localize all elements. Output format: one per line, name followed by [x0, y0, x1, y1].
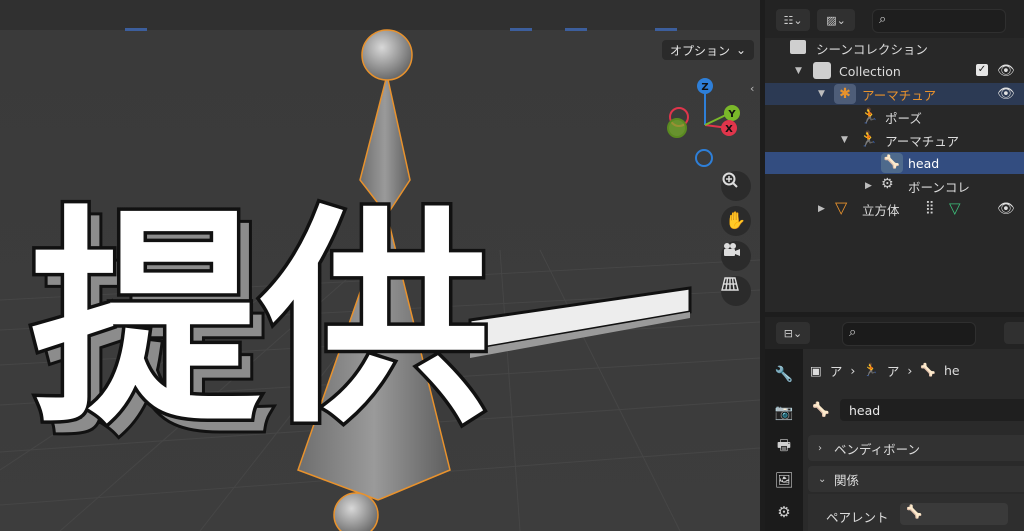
bone-icon: 🦴 [920, 362, 936, 377]
chevron-right-icon: › [818, 442, 822, 454]
object-icon: ▣ [810, 362, 822, 378]
properties-editor-icon: ⊟⌄ [783, 326, 803, 340]
view-layer-tab-icon[interactable]: 🖼 [770, 466, 798, 494]
svg-text:提供: 提供 [30, 188, 490, 455]
armature-data-icon: 🏃 [859, 130, 878, 148]
parent-field[interactable]: 🦴 [900, 503, 1008, 525]
image-icon: ▨⌄ [826, 13, 846, 27]
chevron-down-icon: ⌄ [818, 473, 827, 485]
outliner-row-cube[interactable]: ▶ ▽ 立方体 ⣿ ▽ 👁 [765, 198, 1024, 220]
chevron-right-icon: › [850, 362, 856, 378]
panel-bendy-bones[interactable]: › ベンディボーン [808, 435, 1024, 461]
bone-name-field[interactable]: head [840, 399, 1024, 421]
mesh-data-icon: ▽ [949, 199, 961, 217]
armature-icon: ✱ [834, 84, 856, 104]
search-icon: ⌕ [879, 12, 887, 27]
pose-icon: 🏃 [860, 107, 879, 125]
output-tab-icon[interactable]: 🖶 [770, 433, 798, 461]
3d-viewport[interactable]: 提 提供 Z Y X オプション ⌄ ✋ [0, 0, 760, 531]
eye-icon[interactable]: 👁 [997, 201, 1015, 217]
outliner-row-armature-data[interactable]: ▼ 🏃 アーマチュア [765, 129, 1024, 151]
scene-tab-icon[interactable]: ⚙ [770, 498, 798, 526]
collection-icon [813, 62, 831, 79]
display-mode-dropdown[interactable]: ☷⌄ [776, 9, 810, 31]
svg-text:X: X [725, 124, 733, 135]
bone-icon: 🦴 [881, 153, 903, 173]
hand-pan-icon[interactable]: ✋ [721, 206, 751, 236]
viewport-scene: 提 提供 Z Y X [0, 0, 760, 531]
tool-tab-icon[interactable]: 🔧 [770, 360, 798, 388]
mesh-object-icon: ▽ [835, 198, 848, 217]
checkbox-icon[interactable]: ✓ [976, 64, 988, 76]
outliner-search-input[interactable]: ⌕ [872, 9, 1006, 33]
bone-collection-icon: ⚙ [881, 176, 894, 192]
pin-button[interactable] [1004, 322, 1024, 344]
collapsed-triangle-icon[interactable]: ▶ [818, 204, 825, 214]
chevron-right-icon: › [907, 362, 913, 378]
outliner-row-head[interactable]: 🦴 head [765, 152, 1024, 174]
editor-type-dropdown[interactable]: ⊟⌄ [776, 322, 810, 344]
outliner-row-pose[interactable]: 🏃 ポーズ [765, 106, 1024, 128]
parent-label: ペアレント [826, 510, 889, 525]
filter-dropdown[interactable]: ▨⌄ [817, 9, 855, 31]
bone-icon: 🦴 [812, 402, 830, 418]
svg-text:Y: Y [727, 109, 736, 120]
expand-triangle-icon[interactable]: ▼ [818, 89, 825, 99]
properties-search-input[interactable]: ⌕ [842, 322, 976, 346]
eye-icon[interactable]: 👁 [997, 63, 1015, 79]
bone-icon: 🦴 [906, 505, 923, 520]
outliner-row-bone-collections[interactable]: ▶ ⚙ ボーンコレ [765, 175, 1024, 197]
scene-collection-icon [790, 40, 806, 54]
chevron-down-icon: ⌄ [735, 43, 747, 57]
3d-text-object: 提 提供 [27, 185, 494, 471]
camera-icon[interactable] [721, 241, 751, 271]
outliner-tree-icon: ☷⌄ [783, 13, 803, 27]
zoom-icon[interactable] [721, 171, 751, 201]
expand-triangle-icon[interactable]: ▼ [795, 66, 802, 76]
grid-icon[interactable] [721, 276, 751, 306]
options-dropdown[interactable]: オプション ⌄ [662, 40, 754, 60]
outliner-row-collection[interactable]: ▼ Collection ✓ 👁 [765, 60, 1024, 82]
sidebar-toggle-icon[interactable]: ‹ [750, 82, 762, 98]
expand-triangle-icon[interactable]: ▼ [841, 135, 848, 145]
render-tab-icon[interactable]: 📷 [770, 398, 798, 426]
svg-text:Z: Z [701, 82, 708, 93]
options-label: オプション [669, 43, 730, 58]
breadcrumb: ▣ ア › 🏃 ア › 🦴 he [810, 362, 960, 379]
outliner-row-armature[interactable]: ▼ ✱ アーマチュア 👁 [765, 83, 1024, 105]
eye-icon[interactable]: 👁 [997, 86, 1015, 102]
modifier-icon: ⣿ [925, 200, 935, 215]
outliner-row-scene-collection[interactable]: シーンコレクション [765, 37, 1024, 59]
search-icon: ⌕ [849, 325, 857, 340]
collapsed-triangle-icon[interactable]: ▶ [865, 181, 872, 191]
panel-relations[interactable]: ⌄ 関係 [808, 466, 1024, 492]
armature-icon: 🏃 [863, 362, 879, 377]
